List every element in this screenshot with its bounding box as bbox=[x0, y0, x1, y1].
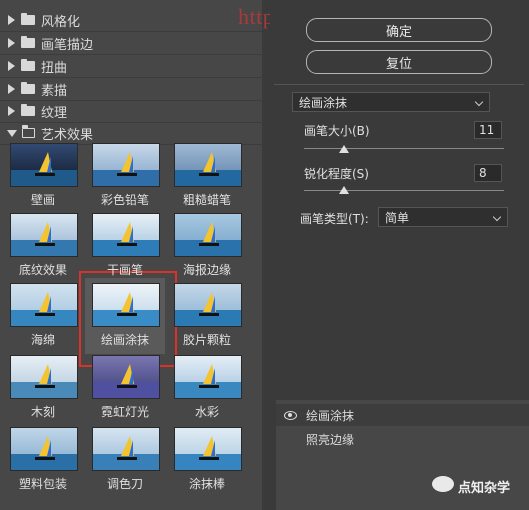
filter-thumb[interactable]: 胶片颗粒 bbox=[174, 283, 242, 348]
filter-preview-image bbox=[10, 213, 78, 257]
folder-icon bbox=[21, 36, 35, 48]
category-stylize[interactable]: 风格化 bbox=[0, 9, 262, 32]
category-sketch[interactable]: 素描 bbox=[0, 78, 262, 101]
filter-preview-image bbox=[174, 283, 242, 327]
folder-icon bbox=[21, 13, 35, 25]
category-distort[interactable]: 扭曲 bbox=[0, 55, 262, 78]
ok-button[interactable]: 确定 bbox=[306, 18, 492, 42]
category-brush-strokes[interactable]: 画笔描边 bbox=[0, 32, 262, 55]
filter-preview-image bbox=[92, 355, 160, 399]
filter-preview-image bbox=[174, 143, 242, 187]
filter-thumb[interactable]: 海报边缘 bbox=[174, 213, 242, 278]
filter-thumb-label: 干画笔 bbox=[106, 263, 143, 277]
filter-thumb-label: 涂抹棒 bbox=[188, 477, 225, 491]
category-texture[interactable]: 纹理 bbox=[0, 100, 262, 123]
wechat-logo-icon bbox=[432, 476, 454, 492]
filter-thumb[interactable]: 霓虹灯光 bbox=[92, 355, 160, 420]
filter-preview-image bbox=[174, 355, 242, 399]
effect-layer-row[interactable]: 照亮边缘 bbox=[276, 428, 529, 450]
filter-select[interactable]: 绘画涂抹 bbox=[292, 92, 490, 112]
collapse-arrow-icon[interactable] bbox=[7, 129, 17, 137]
brush-size-slider-track[interactable] bbox=[304, 148, 504, 149]
folder-open-icon bbox=[21, 125, 35, 138]
brush-size-label: 画笔大小(B) bbox=[304, 124, 370, 138]
brush-type-select[interactable]: 简单 bbox=[378, 207, 508, 227]
filter-preview-image bbox=[92, 427, 160, 471]
folder-icon bbox=[21, 82, 35, 94]
filter-thumb[interactable]: 水彩 bbox=[174, 355, 242, 420]
filter-thumb-label: 木刻 bbox=[30, 405, 55, 419]
filter-gallery-panel: 风格化 画笔描边 扭曲 素描 纹理 艺术效果 壁画 彩色铅笔 粗糙蜡笔底纹效果 干画笔… bbox=[0, 0, 262, 510]
effect-layer-row[interactable]: 绘画涂抹 bbox=[276, 404, 529, 426]
sharpness-label: 锐化程度(S) bbox=[304, 167, 369, 181]
filter-preview-image bbox=[10, 355, 78, 399]
filter-preview-image bbox=[92, 143, 160, 187]
filter-thumb-label: 调色刀 bbox=[106, 477, 143, 491]
filter-thumb-label: 底纹效果 bbox=[18, 263, 67, 277]
eye-icon[interactable] bbox=[284, 411, 297, 420]
expand-arrow-icon[interactable] bbox=[8, 61, 15, 71]
filter-thumb-label: 海报边缘 bbox=[182, 263, 231, 277]
expand-arrow-icon[interactable] bbox=[8, 106, 15, 116]
filter-thumb[interactable]: 绘画涂抹 bbox=[92, 283, 160, 348]
brush-type-value: 简单 bbox=[385, 210, 410, 225]
filter-thumb[interactable]: 壁画 bbox=[10, 143, 78, 208]
filter-thumb[interactable]: 干画笔 bbox=[92, 213, 160, 278]
filter-select-value: 绘画涂抹 bbox=[299, 95, 348, 110]
filter-thumb-label: 塑料包装 bbox=[18, 477, 67, 491]
filter-thumb[interactable]: 彩色铅笔 bbox=[92, 143, 160, 208]
category-label: 风格化 bbox=[41, 14, 81, 30]
filter-thumb-label: 霓虹灯光 bbox=[100, 405, 149, 419]
watermark-brand: 点知杂学 bbox=[458, 481, 511, 496]
expand-arrow-icon[interactable] bbox=[8, 15, 15, 25]
filter-preview-image bbox=[10, 427, 78, 471]
chevron-down-icon bbox=[492, 212, 502, 222]
effect-layer-label: 照亮边缘 bbox=[306, 432, 355, 447]
filter-preview-image bbox=[10, 143, 78, 187]
category-label: 艺术效果 bbox=[41, 127, 94, 143]
filter-preview-image bbox=[174, 427, 242, 471]
filter-thumb[interactable]: 涂抹棒 bbox=[174, 427, 242, 492]
reset-button[interactable]: 复位 bbox=[306, 50, 492, 74]
brush-size-slider-handle[interactable] bbox=[339, 145, 349, 153]
sharpness-slider-track[interactable] bbox=[304, 190, 504, 191]
sharpness-input[interactable]: 8 bbox=[474, 164, 502, 182]
filter-preview-image bbox=[174, 213, 242, 257]
category-label: 素描 bbox=[41, 83, 68, 99]
brush-type-label: 画笔类型(T): bbox=[300, 212, 369, 226]
filter-preview-image bbox=[92, 283, 160, 327]
filter-thumb-label: 海绵 bbox=[30, 333, 55, 347]
filter-thumb[interactable]: 底纹效果 bbox=[10, 213, 78, 278]
expand-arrow-icon[interactable] bbox=[8, 84, 15, 94]
folder-icon bbox=[21, 59, 35, 71]
filter-preview-image bbox=[92, 213, 160, 257]
divider bbox=[274, 84, 524, 85]
category-artistic[interactable]: 艺术效果 bbox=[0, 122, 262, 145]
filter-thumb[interactable]: 粗糙蜡笔 bbox=[174, 143, 242, 208]
chevron-down-icon bbox=[474, 97, 484, 107]
filter-thumb[interactable]: 木刻 bbox=[10, 355, 78, 420]
filter-thumb-label: 水彩 bbox=[194, 405, 219, 419]
filter-thumb[interactable]: 海绵 bbox=[10, 283, 78, 348]
filter-thumb-label: 彩色铅笔 bbox=[100, 193, 149, 207]
filter-thumb-label: 壁画 bbox=[30, 193, 55, 207]
effect-layer-label: 绘画涂抹 bbox=[306, 408, 355, 423]
folder-icon bbox=[21, 104, 35, 116]
filter-thumb[interactable]: 调色刀 bbox=[92, 427, 160, 492]
filter-preview-image bbox=[10, 283, 78, 327]
filter-thumb[interactable]: 塑料包装 bbox=[10, 427, 78, 492]
filter-thumb-label: 胶片颗粒 bbox=[182, 333, 231, 347]
filter-thumb-label: 粗糙蜡笔 bbox=[182, 193, 231, 207]
sharpness-slider-handle[interactable] bbox=[339, 186, 349, 194]
filter-thumb-label: 绘画涂抹 bbox=[100, 333, 149, 347]
category-label: 纹理 bbox=[41, 105, 68, 121]
brush-size-input[interactable]: 11 bbox=[474, 121, 502, 139]
category-label: 画笔描边 bbox=[41, 37, 94, 53]
expand-arrow-icon[interactable] bbox=[8, 38, 15, 48]
category-label: 扭曲 bbox=[41, 60, 68, 76]
